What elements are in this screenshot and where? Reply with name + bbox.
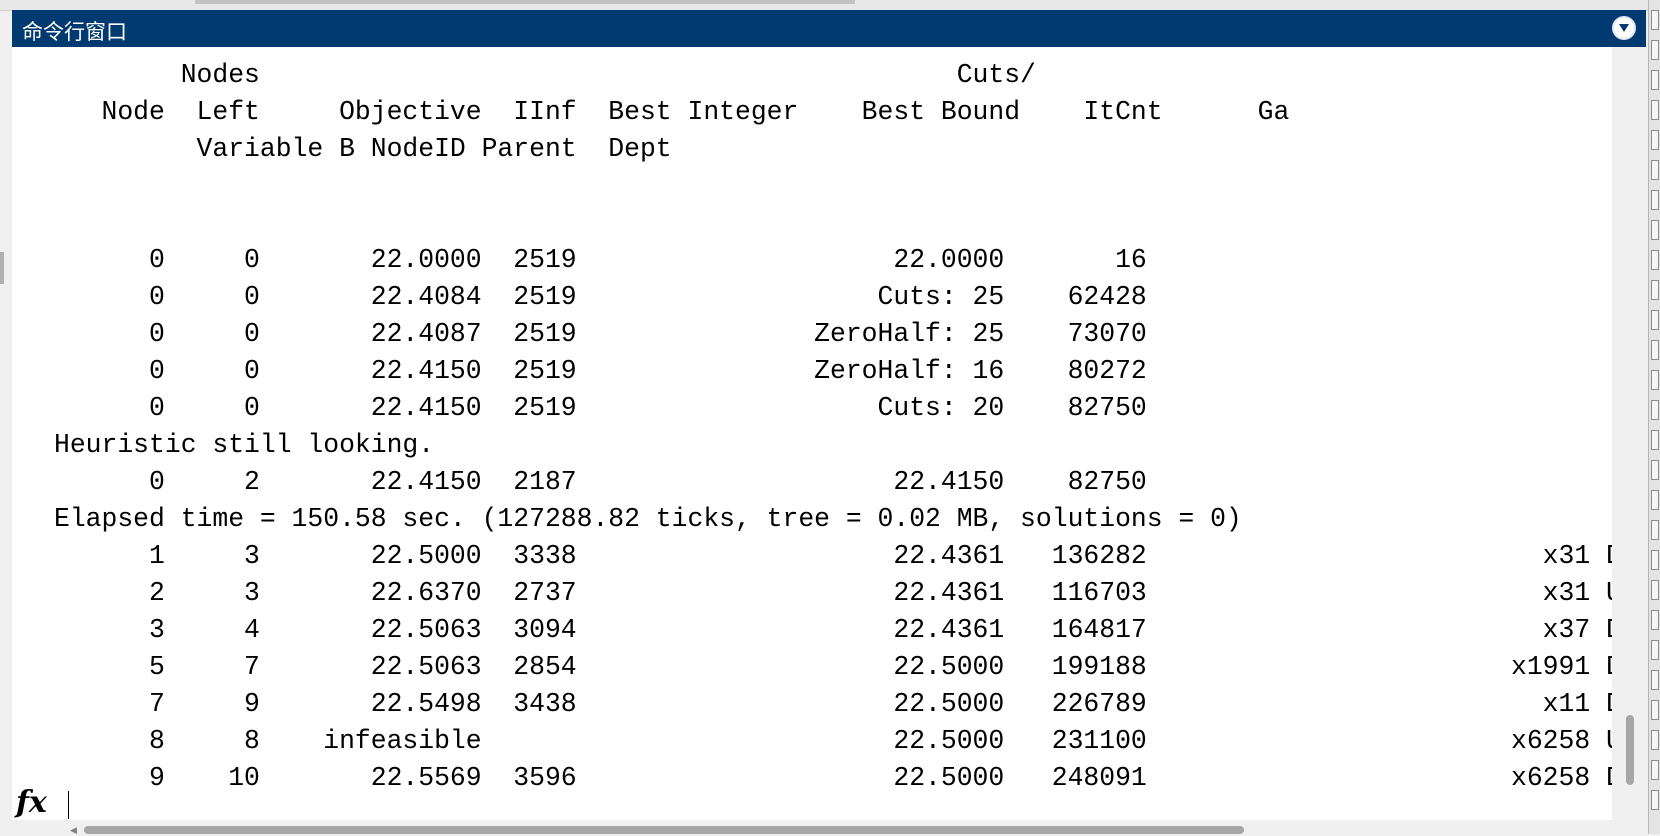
chevron-down-circle-icon[interactable] xyxy=(1612,16,1636,40)
edge-tick xyxy=(1651,790,1659,810)
horizontal-scrollbar[interactable]: ◀ xyxy=(12,820,1612,836)
console-line: 2 3 22.6370 2737 22.4361 116703 x31 U xyxy=(54,578,1612,608)
edge-tick xyxy=(1651,70,1659,90)
edge-tick xyxy=(1651,400,1659,420)
console-line: 5 7 22.5063 2854 22.5000 199188 x1991 D xyxy=(54,652,1612,682)
fx-icon[interactable]: fx xyxy=(16,785,47,820)
left-edge xyxy=(0,47,12,834)
titlebar: 命令行窗口 xyxy=(12,10,1646,47)
edge-tick xyxy=(1651,460,1659,480)
command-window: 命令行窗口 Nodes Cuts/ Node Left Objective II… xyxy=(0,0,1660,836)
console-line: Elapsed time = 150.58 sec. (127288.82 ti… xyxy=(54,504,1242,534)
window-title: 命令行窗口 xyxy=(22,20,127,44)
console-line: 3 4 22.5063 3094 22.4361 164817 x37 D xyxy=(54,615,1612,645)
console-line: 0 2 22.4150 2187 22.4150 82750 xyxy=(54,467,1147,497)
edge-tick xyxy=(1651,310,1659,330)
console-line: Variable B NodeID Parent Dept xyxy=(54,134,672,164)
text-caret xyxy=(68,791,69,819)
console-line: 9 10 22.5569 3596 22.5000 248091 x6258 D xyxy=(54,763,1612,793)
console-line: 0 0 22.0000 2519 22.0000 16 xyxy=(54,245,1147,275)
console-line: 0 0 22.4150 2519 ZeroHalf: 16 80272 xyxy=(54,356,1147,386)
edge-tick xyxy=(1651,640,1659,660)
console-line: 0 0 22.4087 2519 ZeroHalf: 25 73070 xyxy=(54,319,1147,349)
console-line: Node Left Objective IInf Best Integer Be… xyxy=(54,97,1290,127)
console-line: 0 0 22.4084 2519 Cuts: 25 62428 xyxy=(54,282,1147,312)
console-line: 7 9 22.5498 3438 22.5000 226789 x11 D xyxy=(54,689,1612,719)
edge-tick xyxy=(1651,520,1659,540)
edge-tick xyxy=(1651,670,1659,690)
edge-tick xyxy=(1651,250,1659,270)
edge-tick xyxy=(1651,340,1659,360)
command-prompt[interactable]: fx xyxy=(16,785,76,820)
console-line: 8 8 infeasible 22.5000 231100 x6258 U xyxy=(54,726,1612,756)
edge-tick xyxy=(1651,370,1659,390)
edge-tick xyxy=(1651,550,1659,570)
edge-tick xyxy=(1651,280,1659,300)
console-area[interactable]: Nodes Cuts/ Node Left Objective IInf Bes… xyxy=(12,47,1612,820)
edge-tick xyxy=(1651,130,1659,150)
top-scrollbar-thumb[interactable] xyxy=(195,0,855,4)
edge-tick xyxy=(1651,190,1659,210)
edge-tick xyxy=(1651,100,1659,120)
scroll-left-arrow-icon[interactable]: ◀ xyxy=(70,826,77,836)
edge-tick xyxy=(1651,760,1659,780)
vertical-scrollbar-thumb[interactable] xyxy=(1626,715,1634,785)
edge-tick xyxy=(1651,730,1659,750)
edge-tick xyxy=(1651,490,1659,510)
edge-tick xyxy=(1651,700,1659,720)
edge-tick xyxy=(1651,610,1659,630)
right-edge-panel xyxy=(1648,0,1660,834)
console-line: 0 0 22.4150 2519 Cuts: 20 82750 xyxy=(54,393,1147,423)
console-line: 1 3 22.5000 3338 22.4361 136282 x31 D xyxy=(54,541,1612,571)
vertical-scrollbar[interactable] xyxy=(1612,47,1646,820)
edge-tick xyxy=(1651,580,1659,600)
console-output: Nodes Cuts/ Node Left Objective IInf Bes… xyxy=(54,57,1612,797)
edge-tick xyxy=(1651,220,1659,240)
console-line: Heuristic still looking. xyxy=(54,430,435,460)
edge-tick xyxy=(1651,430,1659,450)
edge-tick xyxy=(1651,160,1659,180)
edge-tick xyxy=(1651,10,1659,30)
left-edge-marker xyxy=(0,252,4,284)
console-line: Nodes Cuts/ xyxy=(54,60,1036,90)
edge-tick xyxy=(1651,40,1659,60)
horizontal-scrollbar-thumb[interactable] xyxy=(84,826,1244,834)
